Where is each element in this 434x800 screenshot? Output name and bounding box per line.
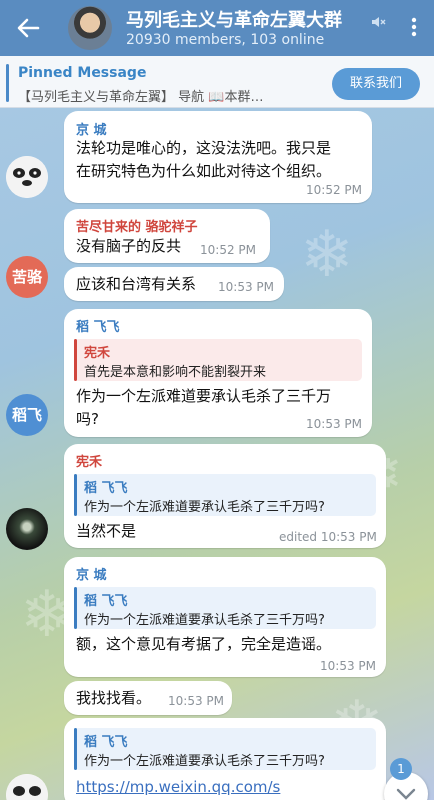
message-time: 10:53 PM <box>320 659 376 673</box>
pinned-text: 【马列毛主义与革命左翼】 导航 📖本群… <box>18 90 264 105</box>
message-link[interactable]: https://mp.weixin.qq.com/s <box>76 776 280 798</box>
message-text: 吗? <box>76 410 99 428</box>
reply-sender: 宪禾 <box>84 346 111 361</box>
message-bubble[interactable]: 应该和台湾有关系 10:53 PM <box>64 267 284 301</box>
message-time: 10:53 PM <box>306 417 362 431</box>
message-bubble[interactable]: 稻 飞飞 宪禾 首先是本意和影响不能割裂开来 作为一个左派难道要承认毛杀了三千万… <box>64 309 372 437</box>
chat-header: 马列毛主义与革命左翼大群 20930 members, 103 online <box>0 0 434 56</box>
panda-face-icon <box>6 156 48 198</box>
reply-bar <box>74 474 77 516</box>
reply-quote[interactable]: 稻 飞飞 作为一个左派难道要承认毛杀了三千万吗? <box>74 474 376 516</box>
message-bubble[interactable]: 稻 飞飞 作为一个左派难道要承认毛杀了三千万吗? https://mp.weix… <box>64 718 386 800</box>
message-text: 应该和台湾有关系 <box>76 275 197 293</box>
message-time: edited 10:53 PM <box>279 530 377 544</box>
pinned-title: Pinned Message <box>18 65 147 81</box>
member-count: 20930 members, 103 online <box>126 32 325 48</box>
avatar-jingcheng[interactable] <box>6 156 48 198</box>
reply-text: 首先是本意和影响不能割裂开来 <box>84 365 267 380</box>
message-text: 作为一个左派难道要承认毛杀了三千万 <box>76 387 332 405</box>
avatar-kujin[interactable]: 苦骆 <box>6 256 48 298</box>
reply-quote[interactable]: 稻 飞飞 作为一个左派难道要承认毛杀了三千万吗? <box>74 587 376 629</box>
muted-speaker-icon <box>372 17 386 27</box>
snowflake-pattern-icon: ❄ <box>300 218 354 292</box>
message-text: 在研究特色为什么如此对待这个组织。 <box>76 162 332 180</box>
message-time: 10:53 PM <box>168 694 224 708</box>
pinned-indicator <box>6 64 9 102</box>
message-bubble[interactable]: 京 城 法轮功是唯心的，这没法洗吧。我只是 在研究特色为什么如此对待这个组织。 … <box>64 111 372 203</box>
contact-us-button[interactable]: 联系我们 <box>332 68 420 100</box>
message-bubble[interactable]: 我找找看。 10:53 PM <box>64 681 232 715</box>
reply-bar <box>74 587 77 629</box>
sender-name[interactable]: 宪禾 <box>76 451 102 470</box>
reply-quote[interactable]: 宪禾 首先是本意和影响不能割裂开来 <box>74 339 362 381</box>
message-text: 法轮功是唯心的，这没法洗吧。我只是 <box>76 139 332 157</box>
sender-name[interactable]: 京 城 <box>76 119 107 138</box>
reply-bar <box>74 728 77 770</box>
reply-text: 作为一个左派难道要承认毛杀了三千万吗? <box>84 754 325 769</box>
group-title[interactable]: 马列毛主义与革命左翼大群 <box>126 6 342 32</box>
avatar-daofei[interactable]: 稻飞 <box>6 394 48 436</box>
message-time: 10:52 PM <box>306 183 362 197</box>
reply-sender: 稻 飞飞 <box>84 594 128 609</box>
reply-bar <box>74 339 77 381</box>
reply-quote[interactable]: 稻 飞飞 作为一个左派难道要承认毛杀了三千万吗? <box>74 728 376 770</box>
more-menu-icon[interactable] <box>404 12 424 42</box>
avatar-xianhe[interactable] <box>6 508 48 550</box>
message-text: 我找找看。 <box>76 689 152 707</box>
message-text: 当然不是 <box>76 522 137 540</box>
unread-count-badge: 1 <box>390 758 412 780</box>
sender-name[interactable]: 京 城 <box>76 564 107 583</box>
reply-text: 作为一个左派难道要承认毛杀了三千万吗? <box>84 500 325 515</box>
back-arrow-icon[interactable] <box>14 14 42 42</box>
message-bubble[interactable]: 苦尽甘来的 骆驼祥子 没有脑子的反共 10:52 PM <box>64 209 270 263</box>
reply-text: 作为一个左派难道要承认毛杀了三千万吗? <box>84 613 325 628</box>
reply-sender: 稻 飞飞 <box>84 735 128 750</box>
sender-name[interactable]: 苦尽甘来的 骆驼祥子 <box>76 216 198 235</box>
message-text: 没有脑子的反共 <box>76 237 182 255</box>
message-time: 10:53 PM <box>218 280 274 294</box>
reply-sender: 稻 飞飞 <box>84 481 128 496</box>
sender-name[interactable]: 稻 飞飞 <box>76 316 120 335</box>
message-time: 10:52 PM <box>200 243 256 257</box>
message-text: 额，这个意见有考据了，完全是造谣。 <box>76 635 332 653</box>
group-avatar[interactable] <box>68 6 112 50</box>
message-bubble[interactable]: 京 城 稻 飞飞 作为一个左派难道要承认毛杀了三千万吗? 额，这个意见有考据了，… <box>64 557 386 677</box>
message-bubble[interactable]: 宪禾 稻 飞飞 作为一个左派难道要承认毛杀了三千万吗? 当然不是 edited … <box>64 444 386 548</box>
